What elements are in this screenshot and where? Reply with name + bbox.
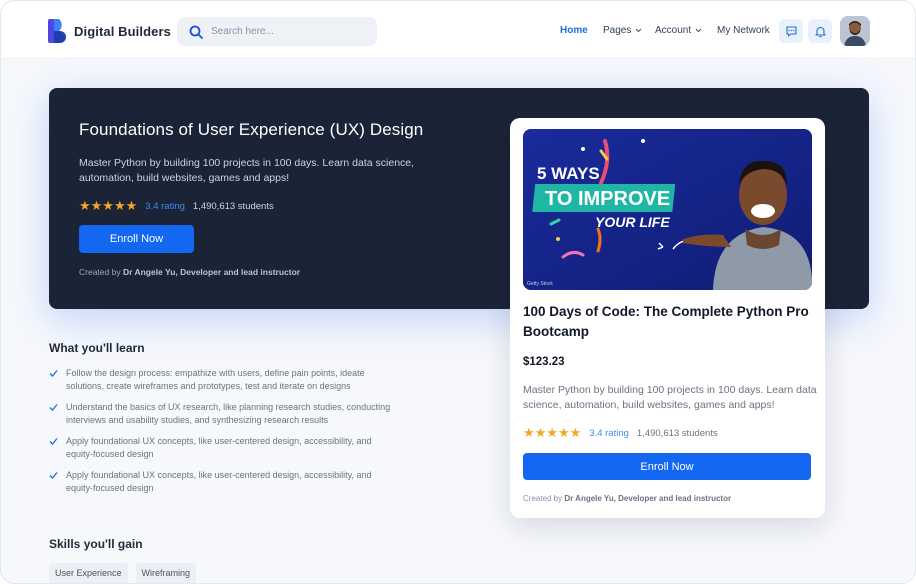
check-icon (49, 404, 58, 411)
skills-section-title: Skills you'll gain (49, 537, 143, 551)
app-frame: Digital Builders Home Pages Account My N… (0, 0, 916, 584)
course-thumbnail[interactable]: 5 WAYS TO IMPROVE YOUR LIFE Getty Stock (523, 129, 812, 290)
nav-home-label: Home (560, 25, 588, 36)
card-rating-row: ★★★★★ 3.4 rating 1,490,613 students (523, 425, 718, 441)
course-price: $123.23 (523, 356, 565, 368)
notifications-button[interactable] (808, 19, 832, 43)
thumbnail-line1: 5 WAYS (537, 164, 600, 183)
course-card: 5 WAYS TO IMPROVE YOUR LIFE Getty Stock … (510, 118, 825, 518)
card-created-by: Created by Dr Angele Yu, Developer and l… (523, 494, 731, 503)
student-count: 1,490,613 students (636, 427, 718, 439)
card-description: Master Python by building 100 projects i… (523, 384, 817, 411)
hero-description: Master Python by building 100 projects i… (79, 157, 415, 184)
rating-link[interactable]: 3.4 rating (589, 428, 629, 439)
search-bar[interactable] (177, 17, 377, 46)
learn-item: Understand the basics of UX research, li… (49, 401, 394, 427)
check-icon (49, 472, 58, 479)
thumbnail-line2: TO IMPROVE (545, 188, 670, 210)
top-header: Digital Builders Home Pages Account My N… (1, 1, 915, 59)
enroll-button[interactable]: Enroll Now (79, 225, 194, 253)
created-prefix: Created by (79, 267, 123, 277)
learn-list: Follow the design process: empathize wit… (49, 367, 394, 503)
check-icon (49, 438, 58, 445)
star-rating: ★★★★★ (79, 198, 138, 213)
nav-network-label: My Network (717, 25, 770, 36)
student-count: 1,490,613 students (192, 200, 274, 212)
learn-item-text: Follow the design process: empathize wit… (66, 368, 365, 391)
brand-name: Digital Builders (74, 23, 171, 39)
search-icon (189, 25, 203, 39)
check-icon (49, 370, 58, 377)
hero-title: Foundations of User Experience (UX) Desi… (79, 120, 424, 139)
search-input[interactable] (211, 26, 361, 37)
nav-account-label: Account (655, 25, 692, 36)
card-enroll-button[interactable]: Enroll Now (523, 453, 811, 480)
chevron-down-icon (695, 28, 702, 33)
skill-tag[interactable]: Wireframing (135, 563, 197, 583)
brand-logo[interactable]: Digital Builders (48, 19, 171, 43)
learn-item: Apply foundational UX concepts, like use… (49, 469, 394, 495)
nav-pages-label: Pages (603, 25, 632, 36)
skills-list: User Experience Wireframing (49, 563, 204, 583)
hero-rating-row: ★★★★★ 3.4 rating 1,490,613 students (79, 198, 274, 214)
learn-section-title: What you'll learn (49, 341, 145, 355)
instructor-link[interactable]: Dr Angele Yu, Developer and lead instruc… (123, 267, 300, 277)
skill-tag[interactable]: User Experience (49, 563, 128, 583)
chat-icon (785, 25, 797, 37)
rating-link[interactable]: 3.4 rating (145, 201, 185, 212)
nav-my-network[interactable]: My Network (717, 25, 770, 36)
learn-item-text: Understand the basics of UX research, li… (66, 402, 391, 425)
logo-icon (48, 19, 66, 43)
created-prefix: Created by (523, 494, 565, 503)
instructor-link[interactable]: Dr Angele Yu, Developer and lead instruc… (564, 494, 731, 503)
nav-account[interactable]: Account (655, 25, 702, 36)
nav-home[interactable]: Home (560, 25, 588, 36)
card-title[interactable]: 100 Days of Code: The Complete Python Pr… (523, 302, 813, 342)
learn-item: Apply foundational UX concepts, like use… (49, 435, 394, 461)
learn-item-text: Apply foundational UX concepts, like use… (66, 470, 372, 493)
thumbnail-line3: YOUR LIFE (595, 214, 670, 230)
avatar-image (840, 16, 870, 46)
user-avatar[interactable] (840, 16, 870, 46)
learn-item-text: Apply foundational UX concepts, like use… (66, 436, 372, 459)
thumbnail-credit: Getty Stock (527, 281, 553, 287)
nav-pages[interactable]: Pages (603, 25, 642, 36)
thumbnail-art: 5 WAYS TO IMPROVE YOUR LIFE Getty Stock (523, 129, 812, 290)
messages-button[interactable] (779, 19, 803, 43)
chevron-down-icon (636, 28, 642, 33)
created-by: Created by Dr Angele Yu, Developer and l… (79, 267, 300, 277)
learn-item: Follow the design process: empathize wit… (49, 367, 394, 393)
bell-icon (814, 26, 826, 37)
star-rating: ★★★★★ (523, 425, 582, 440)
